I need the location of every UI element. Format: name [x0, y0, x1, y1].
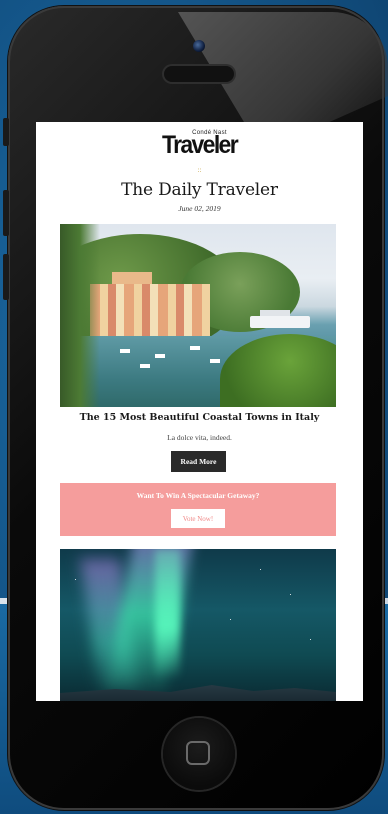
- brand-logo-name: Traveler: [161, 131, 239, 159]
- star: [75, 579, 76, 580]
- boat: [140, 364, 150, 368]
- newsletter-date: June 02, 2019: [178, 204, 221, 213]
- boat: [120, 349, 130, 353]
- earpiece-speaker: [164, 66, 234, 82]
- home-square-icon: [186, 741, 210, 765]
- volume-down-button: [3, 254, 9, 300]
- volume-up-button: [3, 190, 9, 236]
- yacht: [250, 316, 310, 328]
- email-screen: Condé Nast Traveler :: The Daily Travele…: [36, 122, 363, 701]
- boat: [155, 354, 165, 358]
- star: [310, 639, 311, 640]
- harbor-buildings: [90, 284, 210, 339]
- brand-logo[interactable]: Condé Nast Traveler: [36, 130, 363, 158]
- second-article-image[interactable]: [60, 549, 336, 701]
- star: [230, 619, 231, 620]
- divider-dots: ::: [197, 166, 202, 174]
- promo-text: Want To Win A Spectacular Getaway?: [136, 491, 260, 500]
- read-more-button[interactable]: Read More: [171, 451, 226, 472]
- star: [290, 594, 291, 595]
- promo-banner: Want To Win A Spectacular Getaway? Vote …: [60, 483, 336, 536]
- foliage: [60, 224, 100, 407]
- vote-now-button[interactable]: Vote Now!: [171, 509, 225, 528]
- mute-switch: [3, 118, 9, 146]
- star: [260, 569, 261, 570]
- boat: [210, 359, 220, 363]
- article-hero-image[interactable]: [60, 224, 336, 407]
- newsletter-title: The Daily Traveler: [121, 180, 278, 200]
- front-camera-icon: [193, 40, 205, 52]
- article-headline[interactable]: The 15 Most Beautiful Coastal Towns in I…: [36, 412, 363, 423]
- aurora-band: [155, 549, 180, 679]
- boat: [190, 346, 200, 350]
- article-subhead: La dolce vita, indeed.: [167, 433, 232, 442]
